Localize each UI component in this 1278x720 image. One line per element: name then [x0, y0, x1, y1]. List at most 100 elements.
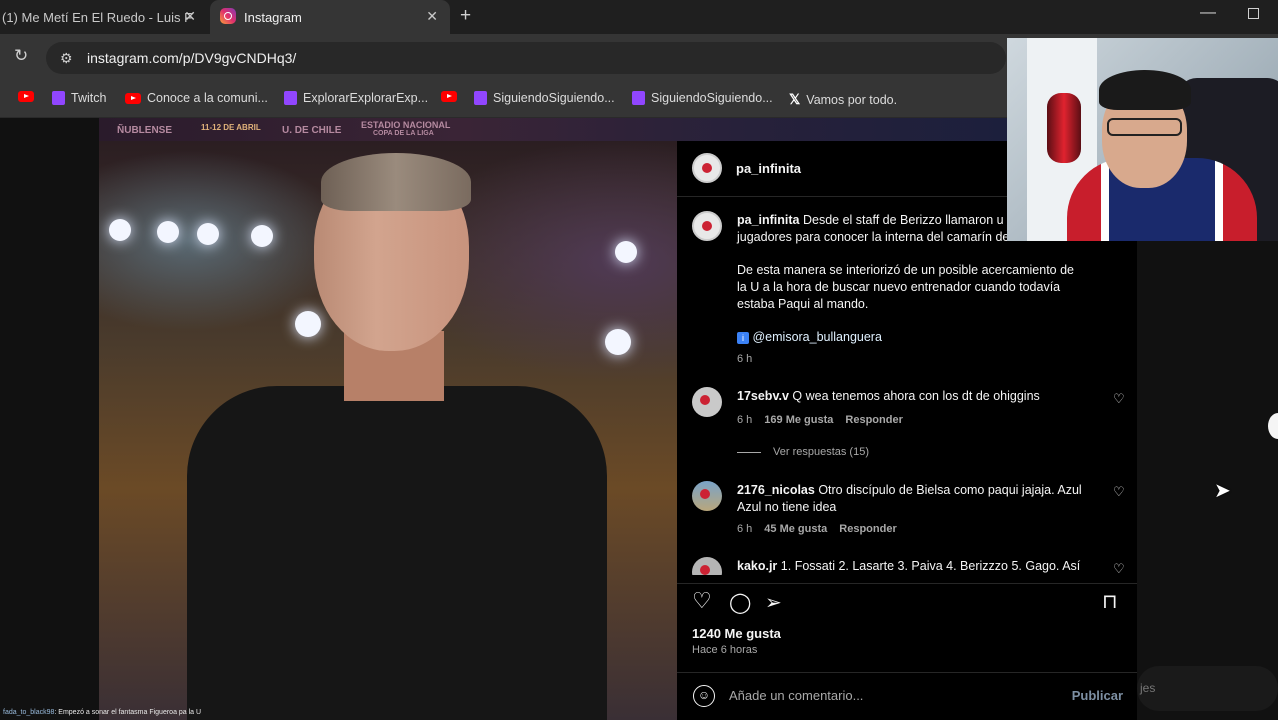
instagram-icon — [220, 8, 236, 24]
comment-composer: ☺ Añade un comentario... Publicar — [677, 672, 1137, 720]
close-icon[interactable]: ✕ — [184, 8, 196, 25]
microphone-icon — [1047, 93, 1081, 163]
person-hair — [321, 153, 471, 211]
chat-username: fada_to_black98 — [3, 709, 55, 716]
caption-text: jugadores para conocer la interna del ca… — [737, 230, 1036, 244]
comment-likes[interactable]: 169 Me gusta — [764, 414, 833, 426]
post-image[interactable] — [99, 141, 677, 720]
caption-paragraph: De esta manera se interiorizó de un posi… — [737, 263, 1074, 311]
chat-message: : Empezó a sonar el fantasma Figueroa pa… — [54, 709, 202, 716]
avatar[interactable] — [692, 211, 722, 241]
caption-username[interactable]: pa_infinita — [737, 213, 800, 227]
reply-button[interactable]: Responder — [845, 414, 902, 426]
banner-text: U. DE CHILE — [282, 125, 342, 136]
tab-youtube[interactable]: (1) Me Metí En El Ruedo - Luis F ✕ — [0, 0, 208, 34]
next-post-button[interactable] — [1268, 413, 1278, 439]
comment-time: 6 h — [737, 414, 753, 426]
x-icon: 𝕏 — [789, 91, 801, 107]
avatar[interactable] — [692, 153, 722, 183]
emoji-icon[interactable]: ☺ — [693, 685, 715, 707]
banner-text: ESTADIO NACIONAL — [361, 120, 451, 130]
comment-input[interactable]: Añade un comentario... — [729, 688, 863, 703]
bookmark-label: ExplorarExplorarExp... — [303, 91, 429, 105]
bookmark-item[interactable]: SiguiendoSiguiendo... — [474, 91, 615, 105]
share-icon[interactable]: ➢ — [765, 590, 782, 615]
stadium-light — [615, 241, 637, 263]
like-count[interactable]: 1240 Me gusta — [692, 626, 781, 641]
mention-link[interactable]: @emisora_bullanguera — [752, 330, 881, 344]
like-comment-icon[interactable]: ♡ — [1113, 484, 1125, 500]
youtube-icon — [18, 91, 34, 102]
stadium-light — [295, 311, 321, 337]
post-top-banner: ÑUBLENSE 11-12 DE ABRIL U. DE CHILE ESTA… — [99, 118, 1007, 141]
site-settings-icon[interactable]: ⚙ — [60, 50, 73, 67]
youtube-icon — [125, 92, 141, 104]
bookmark-label: Twitch — [71, 91, 107, 105]
comment: kako.jr 1. Fossati 2. Lasarte 3. Paiva 4… — [737, 558, 1082, 575]
twitch-icon — [52, 91, 65, 105]
twitch-icon — [474, 91, 487, 105]
twitch-icon — [284, 91, 297, 105]
view-replies-label[interactable]: Ver respuestas (15) — [773, 446, 869, 458]
bookmark-icon[interactable]: ⊓ — [1102, 589, 1118, 614]
info-icon: i — [737, 332, 749, 344]
caption-meta: 6 h — [737, 353, 752, 365]
bookmark-item[interactable]: ExplorarExplorarExp... — [284, 91, 428, 105]
comment-likes[interactable]: 45 Me gusta — [764, 523, 827, 535]
webcam-overlay — [1007, 38, 1278, 241]
caption-time: 6 h — [737, 353, 753, 365]
comment-meta: 6 h 169 Me gusta Responder — [737, 414, 903, 426]
background-text: jes — [1140, 681, 1156, 695]
bookmark-youtube[interactable] — [441, 91, 457, 102]
post-actions: ♡ ◯ ➢ ⊓ — [677, 583, 1137, 623]
comment-text: Q wea tenemos ahora con los dt de ohiggi… — [792, 389, 1040, 403]
comment-icon[interactable]: ◯ — [729, 590, 751, 615]
divider — [737, 452, 761, 453]
tab-instagram[interactable]: Instagram ✕ — [210, 0, 450, 34]
banner-text: ÑUBLENSE — [117, 125, 173, 136]
address-bar[interactable]: ⚙ instagram.com/p/DV9gvCNDHq3/ — [46, 42, 1006, 74]
close-icon[interactable]: ✕ — [426, 8, 438, 25]
like-comment-icon[interactable]: ♡ — [1113, 391, 1125, 407]
url-text[interactable]: instagram.com/p/DV9gvCNDHq3/ — [87, 50, 296, 66]
reply-button[interactable]: Responder — [839, 523, 896, 535]
avatar[interactable] — [692, 481, 722, 511]
comment-time: 6 h — [737, 523, 753, 535]
avatar[interactable] — [692, 557, 722, 575]
bookmark-item[interactable]: SiguiendoSiguiendo... — [632, 91, 773, 105]
stadium-light — [605, 329, 631, 355]
bookmark-item[interactable]: 𝕏 Vamos por todo. — [789, 91, 897, 108]
bookmark-label: SiguiendoSiguiendo... — [493, 91, 615, 105]
stadium-light — [157, 221, 179, 243]
restore-button[interactable] — [1248, 8, 1259, 19]
reload-icon[interactable]: ↻ — [14, 46, 28, 66]
comment-username[interactable]: 17sebv.v — [737, 389, 789, 403]
webcam-hair — [1099, 70, 1191, 110]
post-time: Hace 6 horas — [692, 644, 758, 656]
tab-strip: (1) Me Metí En El Ruedo - Luis F ✕ Insta… — [0, 0, 1278, 34]
bookmark-item[interactable]: Conoce a la comuni... — [125, 91, 268, 105]
person-shirt — [187, 386, 607, 720]
comment-meta: 6 h 45 Me gusta Responder — [737, 523, 897, 535]
like-icon[interactable]: ♡ — [692, 588, 712, 614]
comment-username[interactable]: kako.jr — [737, 559, 777, 573]
comment-clip: kako.jr 1. Fossati 2. Lasarte 3. Paiva 4… — [677, 555, 1137, 575]
new-tab-button[interactable]: + — [460, 5, 471, 27]
twitch-icon — [632, 91, 645, 105]
like-comment-icon[interactable]: ♡ — [1113, 561, 1125, 575]
comment: 2176_nicolas Otro discípulo de Bielsa co… — [737, 482, 1082, 516]
minimize-button[interactable]: — — [1200, 4, 1216, 22]
comment-text: 1. Fossati 2. Lasarte 3. Paiva 4. Berizz… — [780, 559, 1081, 573]
bookmark-youtube[interactable] — [18, 91, 34, 102]
post-username[interactable]: pa_infinita — [736, 161, 801, 176]
comment-username[interactable]: 2176_nicolas — [737, 483, 815, 497]
avatar[interactable] — [692, 387, 722, 417]
publish-button[interactable]: Publicar — [1072, 688, 1123, 703]
banner-text: 11-12 DE ABRIL — [201, 123, 261, 132]
webcam-glasses — [1107, 118, 1182, 136]
view-replies[interactable]: Ver respuestas (15) — [737, 446, 869, 458]
stadium-light — [251, 225, 273, 247]
bookmark-item[interactable]: Twitch — [52, 91, 106, 105]
caption-mention-line: i @emisora_bullanguera — [737, 329, 1082, 346]
tab-title: Instagram — [244, 9, 302, 25]
